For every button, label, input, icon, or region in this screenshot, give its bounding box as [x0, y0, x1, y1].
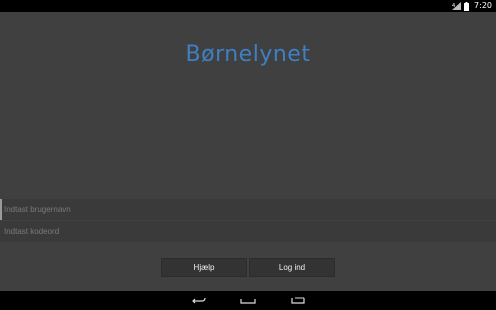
recent-apps-icon[interactable] — [289, 295, 307, 307]
password-input[interactable] — [0, 221, 496, 242]
status-bar: 4 7:20 — [0, 0, 496, 12]
app-logo: Børnelynet — [185, 42, 311, 67]
navigation-bar — [0, 291, 496, 310]
signal-icon: 4 — [452, 2, 462, 10]
login-button[interactable]: Log ind — [249, 258, 335, 277]
battery-icon — [464, 1, 470, 11]
username-field-container — [0, 199, 496, 220]
password-field-container — [0, 221, 496, 242]
status-time: 7:20 — [474, 1, 492, 10]
help-button[interactable]: Hjælp — [161, 258, 247, 277]
button-row: Hjælp Log ind — [161, 258, 335, 277]
svg-text:4: 4 — [452, 3, 455, 9]
back-icon[interactable] — [190, 295, 208, 307]
app-area: Børnelynet Hjælp Log ind — [0, 12, 496, 291]
username-input[interactable] — [2, 199, 496, 220]
home-icon[interactable] — [239, 295, 257, 307]
status-icons: 4 7:20 — [452, 1, 492, 11]
